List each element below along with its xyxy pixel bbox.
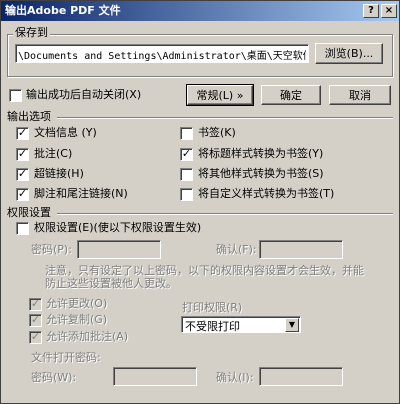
ok-button[interactable]: 确定: [261, 85, 321, 105]
allow-comment-checkbox[interactable]: ✓: [29, 331, 42, 344]
cancel-button[interactable]: 取消: [329, 85, 391, 105]
confirm-field[interactable]: [259, 240, 343, 259]
password-label: 密码(P):: [31, 243, 72, 256]
check-icon: ✓: [181, 147, 192, 160]
bookmarks-label: 书签(K): [198, 126, 236, 139]
check-icon: ✓: [17, 126, 28, 139]
window-title: 输出Adobe PDF 文件: [5, 4, 121, 17]
title-bar[interactable]: 输出Adobe PDF 文件: [1, 1, 399, 21]
open-password-label: 密码(W):: [31, 371, 77, 384]
bookmarks-checkbox[interactable]: [180, 127, 193, 140]
doc-info-checkbox[interactable]: ✓: [16, 127, 29, 140]
footnote-links-checkbox[interactable]: ✓: [16, 188, 29, 201]
permissions-note-line1: 注意，只有设定了以上密码，以下的权限内容设置才会生效，并能: [45, 264, 364, 277]
check-icon: ✓: [30, 297, 41, 310]
heading-to-bookmark-label: 将标题样式转换为书签(Y): [198, 147, 324, 160]
allow-change-label: 允许更改(O): [46, 297, 108, 310]
normal-button-label: 常规(L): [196, 89, 234, 102]
other-to-bookmark-label: 将其他样式转换为书签(S): [198, 167, 324, 180]
allow-copy-label: 允许复制(G): [46, 313, 108, 326]
permissions-header: 权限设置: [7, 206, 51, 219]
print-permission-select[interactable]: 不受限打印 ▼: [181, 316, 301, 333]
confirm-label: 确认(F):: [216, 243, 257, 256]
doc-info-label: 文档信息 (Y): [34, 126, 97, 139]
comments-checkbox[interactable]: ✓: [16, 148, 29, 161]
allow-change-checkbox[interactable]: ✓: [29, 298, 42, 311]
check-icon: ✓: [17, 147, 28, 160]
permissions-divider: [57, 213, 393, 215]
auto-close-label: 输出成功后自动关闭(X): [26, 88, 142, 101]
save-path-field[interactable]: \Documents and Settings\Administrator\桌面…: [15, 44, 309, 63]
other-to-bookmark-checkbox[interactable]: [180, 168, 193, 181]
password-field[interactable]: [77, 240, 161, 259]
close-icon: ×: [384, 5, 394, 16]
permissions-enable-label: 权限设置(E)(使以下权限设置生效): [34, 221, 202, 234]
help-button[interactable]: ?: [363, 4, 379, 18]
comments-label: 批注(C): [34, 147, 73, 160]
check-icon: ✓: [30, 313, 41, 326]
hyperlinks-checkbox[interactable]: ✓: [16, 168, 29, 181]
pdf-export-dialog: 输出Adobe PDF 文件 ? × 保存到 \Documents and Se…: [0, 0, 400, 404]
open-confirm-label: 确认(I):: [216, 371, 254, 384]
print-permission-label: 打印权限(R): [182, 301, 243, 314]
check-icon: ✓: [30, 330, 41, 343]
help-icon: ?: [368, 5, 374, 16]
output-options-divider: [57, 117, 393, 119]
open-password-field[interactable]: [113, 367, 197, 386]
heading-to-bookmark-checkbox[interactable]: ✓: [180, 148, 193, 161]
close-button[interactable]: ×: [381, 4, 397, 18]
browse-button[interactable]: 浏览(B)...: [315, 43, 383, 64]
check-icon: ✓: [17, 187, 28, 200]
open-confirm-field[interactable]: [259, 367, 343, 386]
allow-copy-checkbox[interactable]: ✓: [29, 314, 42, 327]
auto-close-checkbox[interactable]: [9, 89, 22, 102]
chevron-right-icon: »: [236, 89, 244, 102]
save-path-value: \Documents and Settings\Administrator\桌面…: [18, 51, 306, 62]
permissions-enable-checkbox[interactable]: [16, 222, 29, 235]
hyperlinks-label: 超链接(H): [34, 167, 84, 180]
custom-to-bookmark-checkbox[interactable]: [180, 188, 193, 201]
output-options-header: 输出选项: [7, 110, 51, 123]
footnote-links-label: 脚注和尾注链接(N): [34, 187, 128, 200]
check-icon: ✓: [17, 167, 28, 180]
custom-to-bookmark-label: 将自定义样式转换为书签(T): [198, 187, 335, 200]
permissions-note-line2: 防止这些设置被他人更改。: [45, 277, 177, 290]
print-permission-value: 不受限打印: [185, 320, 240, 333]
open-password-header: 文件打开密码:: [31, 351, 101, 364]
chevron-down-icon[interactable]: ▼: [285, 318, 299, 332]
normal-button[interactable]: 常规(L) »: [186, 84, 254, 106]
allow-comment-label: 允许添加批注(A): [46, 330, 129, 343]
save-to-label: 保存到: [13, 26, 50, 40]
